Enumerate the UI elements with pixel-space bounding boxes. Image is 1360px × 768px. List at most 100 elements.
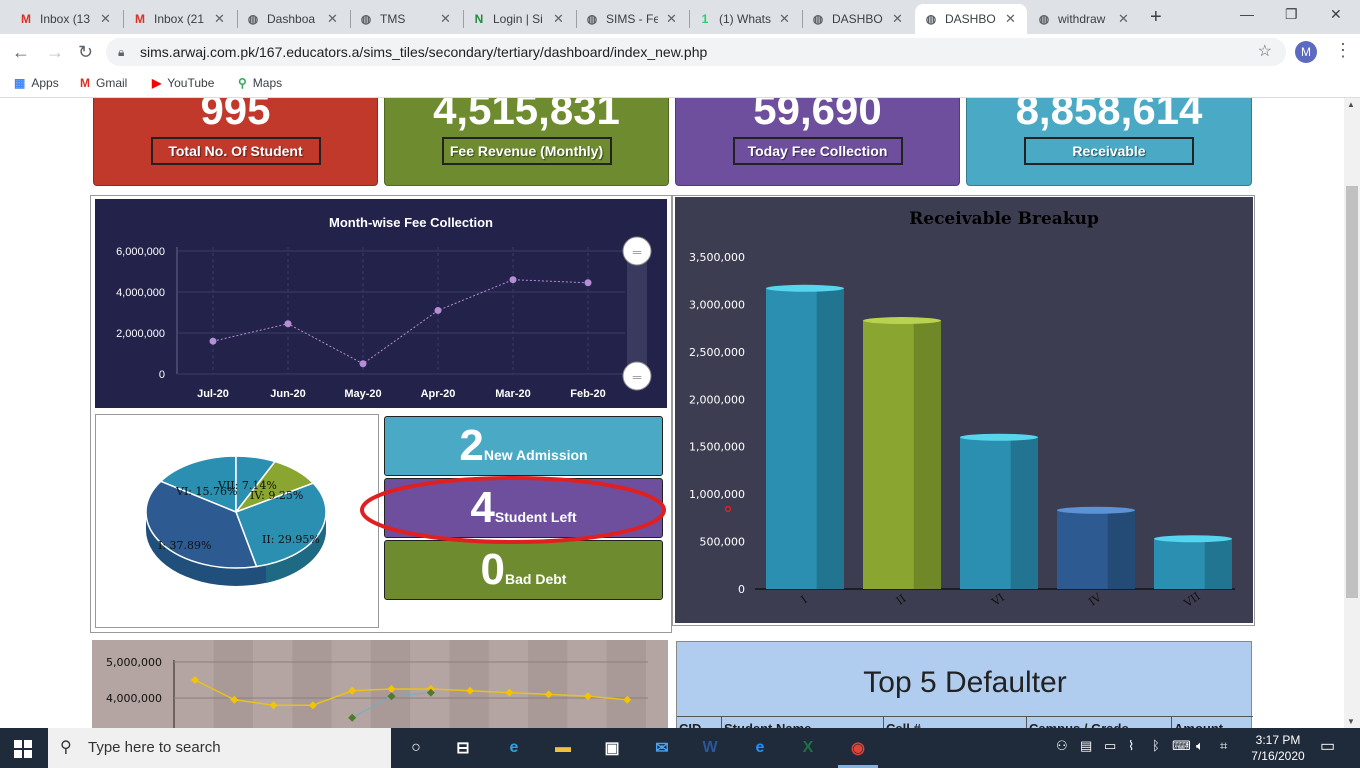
tab-close-icon[interactable]: ✕ xyxy=(892,11,903,27)
scroll-thumb[interactable] xyxy=(1346,186,1358,598)
data-point[interactable] xyxy=(434,306,442,314)
kpi-label-button[interactable]: Total No. Of Student xyxy=(150,137,321,165)
notifications-icon[interactable]: ▭ xyxy=(1320,736,1335,756)
tab-close-icon[interactable]: ✕ xyxy=(214,11,225,27)
stat-tile-new-admission[interactable]: 2New Admission xyxy=(384,416,663,476)
tab-title: SIMS - Fe xyxy=(606,12,658,26)
data-point[interactable] xyxy=(509,276,517,284)
bookmark-maps[interactable]: ⚲ Maps xyxy=(238,76,282,90)
x-tick-label: Jul-20 xyxy=(197,388,229,400)
scroll-up-arrow-icon[interactable]: ▲ xyxy=(1347,100,1355,109)
word-icon[interactable]: W xyxy=(698,736,722,760)
tab-close-icon[interactable]: ✕ xyxy=(100,11,111,27)
volume-icon[interactable]: 🔈︎ xyxy=(1196,738,1204,754)
col-header-student-name: Student Name xyxy=(721,716,883,728)
tab-close-icon[interactable]: ✕ xyxy=(666,11,677,27)
bluetooth-icon[interactable]: ᛒ xyxy=(1152,738,1160,753)
ie-icon[interactable]: e xyxy=(748,736,772,760)
ime-icon[interactable]: ⌨ xyxy=(1172,738,1191,754)
browser-tab[interactable]: 1 (1) Whats ✕ xyxy=(689,4,801,34)
highlight-ellipse xyxy=(360,476,666,544)
taskbar-search-input[interactable]: ⚲ Type here to search xyxy=(48,728,391,768)
kpi-label-button[interactable]: Fee Revenue (Monthly) xyxy=(441,137,612,165)
kpi-value: 995 xyxy=(200,98,271,133)
browser-tab[interactable]: ◍ DASHBO ✕ xyxy=(915,4,1027,34)
y-tick-label: 500,000 xyxy=(700,536,746,549)
chrome-icon[interactable]: ◉ xyxy=(846,736,870,760)
restore-button[interactable]: ❐ xyxy=(1285,6,1298,23)
nexus-icon: N xyxy=(474,12,484,26)
browser-tab[interactable]: ◍ DASHBO ✕ xyxy=(802,4,914,34)
browser-tab[interactable]: N Login | Si ✕ xyxy=(463,4,575,34)
data-point[interactable] xyxy=(348,713,357,722)
bookmark-star-icon[interactable]: ☆ xyxy=(1258,38,1272,66)
kpi-card-fee-revenue: 4,515,831 Fee Revenue (Monthly) xyxy=(384,98,669,186)
bar-shade xyxy=(1107,510,1135,589)
tab-close-icon[interactable]: ✕ xyxy=(1118,11,1129,27)
tab-title: Inbox (21 xyxy=(154,12,205,26)
close-window-button[interactable]: ✕ xyxy=(1330,6,1342,23)
taskbar-clock[interactable]: 3:17 PM 7/16/2020 xyxy=(1248,732,1308,764)
timeline-icon[interactable]: ⊟ xyxy=(451,736,475,760)
profile-avatar[interactable]: M xyxy=(1295,41,1317,63)
browser-tab[interactable]: ◍ Dashboa ✕ xyxy=(237,4,349,34)
menu-dots-icon[interactable]: ⋮ xyxy=(1334,40,1352,61)
data-point[interactable] xyxy=(348,686,357,695)
tab-close-icon[interactable]: ✕ xyxy=(553,11,564,27)
scroll-down-arrow-icon[interactable]: ▼ xyxy=(1347,717,1355,726)
browser-tab[interactable]: M Inbox (21 ✕ xyxy=(124,4,236,34)
data-point[interactable] xyxy=(505,688,514,697)
task-view-icon[interactable]: ○ xyxy=(404,736,428,760)
bookmark-apps[interactable]: ▦ Apps xyxy=(14,76,59,90)
kpi-label-button[interactable]: Receivable xyxy=(1024,137,1194,165)
minimize-button[interactable]: — xyxy=(1240,6,1254,22)
data-point[interactable] xyxy=(284,320,292,328)
tab-close-icon[interactable]: ✕ xyxy=(1005,11,1016,27)
data-point[interactable] xyxy=(359,360,367,368)
bookmarks-bar: ▦ Apps M Gmail ▶ YouTube ⚲ Maps xyxy=(0,70,1360,98)
people-icon[interactable]: ⚇ xyxy=(1056,738,1068,754)
file-explorer-icon[interactable]: ▬ xyxy=(551,736,575,760)
y-tick-label: 3,500,000 xyxy=(689,251,745,264)
browser-tab[interactable]: M Inbox (13 ✕ xyxy=(10,4,122,34)
windows-start-icon[interactable] xyxy=(14,740,32,758)
browser-tab[interactable]: ◍ TMS ✕ xyxy=(350,4,462,34)
band xyxy=(606,640,646,728)
bookmark-youtube[interactable]: ▶ YouTube xyxy=(152,76,214,90)
display-icon[interactable]: ▭ xyxy=(1104,738,1116,754)
edge-icon[interactable]: e xyxy=(502,736,526,760)
y-tick-label: 3,000,000 xyxy=(689,298,745,311)
col-header-amount: Amount xyxy=(1171,716,1253,728)
kpi-label-button[interactable]: Today Fee Collection xyxy=(732,137,903,165)
tab-close-icon[interactable]: ✕ xyxy=(440,11,451,27)
forward-arrow-icon[interactable]: → xyxy=(46,42,64,63)
reload-icon[interactable]: ↻ xyxy=(78,42,93,63)
browser-tab[interactable]: ◍ SIMS - Fe ✕ xyxy=(576,4,688,34)
back-arrow-icon[interactable]: ← xyxy=(12,42,30,63)
excel-icon[interactable]: X xyxy=(796,736,820,760)
tab-title: DASHBO xyxy=(832,12,883,26)
browser-tab[interactable]: ◍ withdraw ✕ xyxy=(1028,4,1140,34)
network-icon[interactable]: ▤ xyxy=(1080,738,1092,754)
y-tick-label: 2,000,000 xyxy=(116,328,165,340)
store-icon[interactable]: ▣ xyxy=(600,736,624,760)
stat-tile-bad-debt[interactable]: 0Bad Debt xyxy=(384,540,663,600)
data-point[interactable] xyxy=(209,337,217,345)
data-point[interactable] xyxy=(191,676,199,684)
x-tick-label: Mar-20 xyxy=(495,388,530,400)
mail-icon[interactable]: ✉ xyxy=(650,736,674,760)
data-point[interactable] xyxy=(584,692,592,701)
bookmark-gmail[interactable]: M Gmail xyxy=(80,76,127,90)
tab-title: TMS xyxy=(380,12,406,26)
tab-close-icon[interactable]: ✕ xyxy=(327,11,338,27)
page-scrollbar[interactable]: ▲ ▼ xyxy=(1344,98,1360,728)
tab-close-icon[interactable]: ✕ xyxy=(779,11,790,27)
language-icon[interactable]: ⌗ xyxy=(1220,738,1227,754)
zoom-slider-track[interactable] xyxy=(627,247,647,377)
clock-time: 3:17 PM xyxy=(1255,733,1301,747)
new-tab-button[interactable]: + xyxy=(1150,6,1162,29)
wifi-off-icon[interactable]: ⌇ xyxy=(1128,738,1134,754)
address-bar[interactable]: 🔒︎ sims.arwaj.com.pk/167.educators.a/sim… xyxy=(106,38,1286,66)
data-point[interactable] xyxy=(584,279,592,287)
data-point[interactable] xyxy=(269,701,278,710)
